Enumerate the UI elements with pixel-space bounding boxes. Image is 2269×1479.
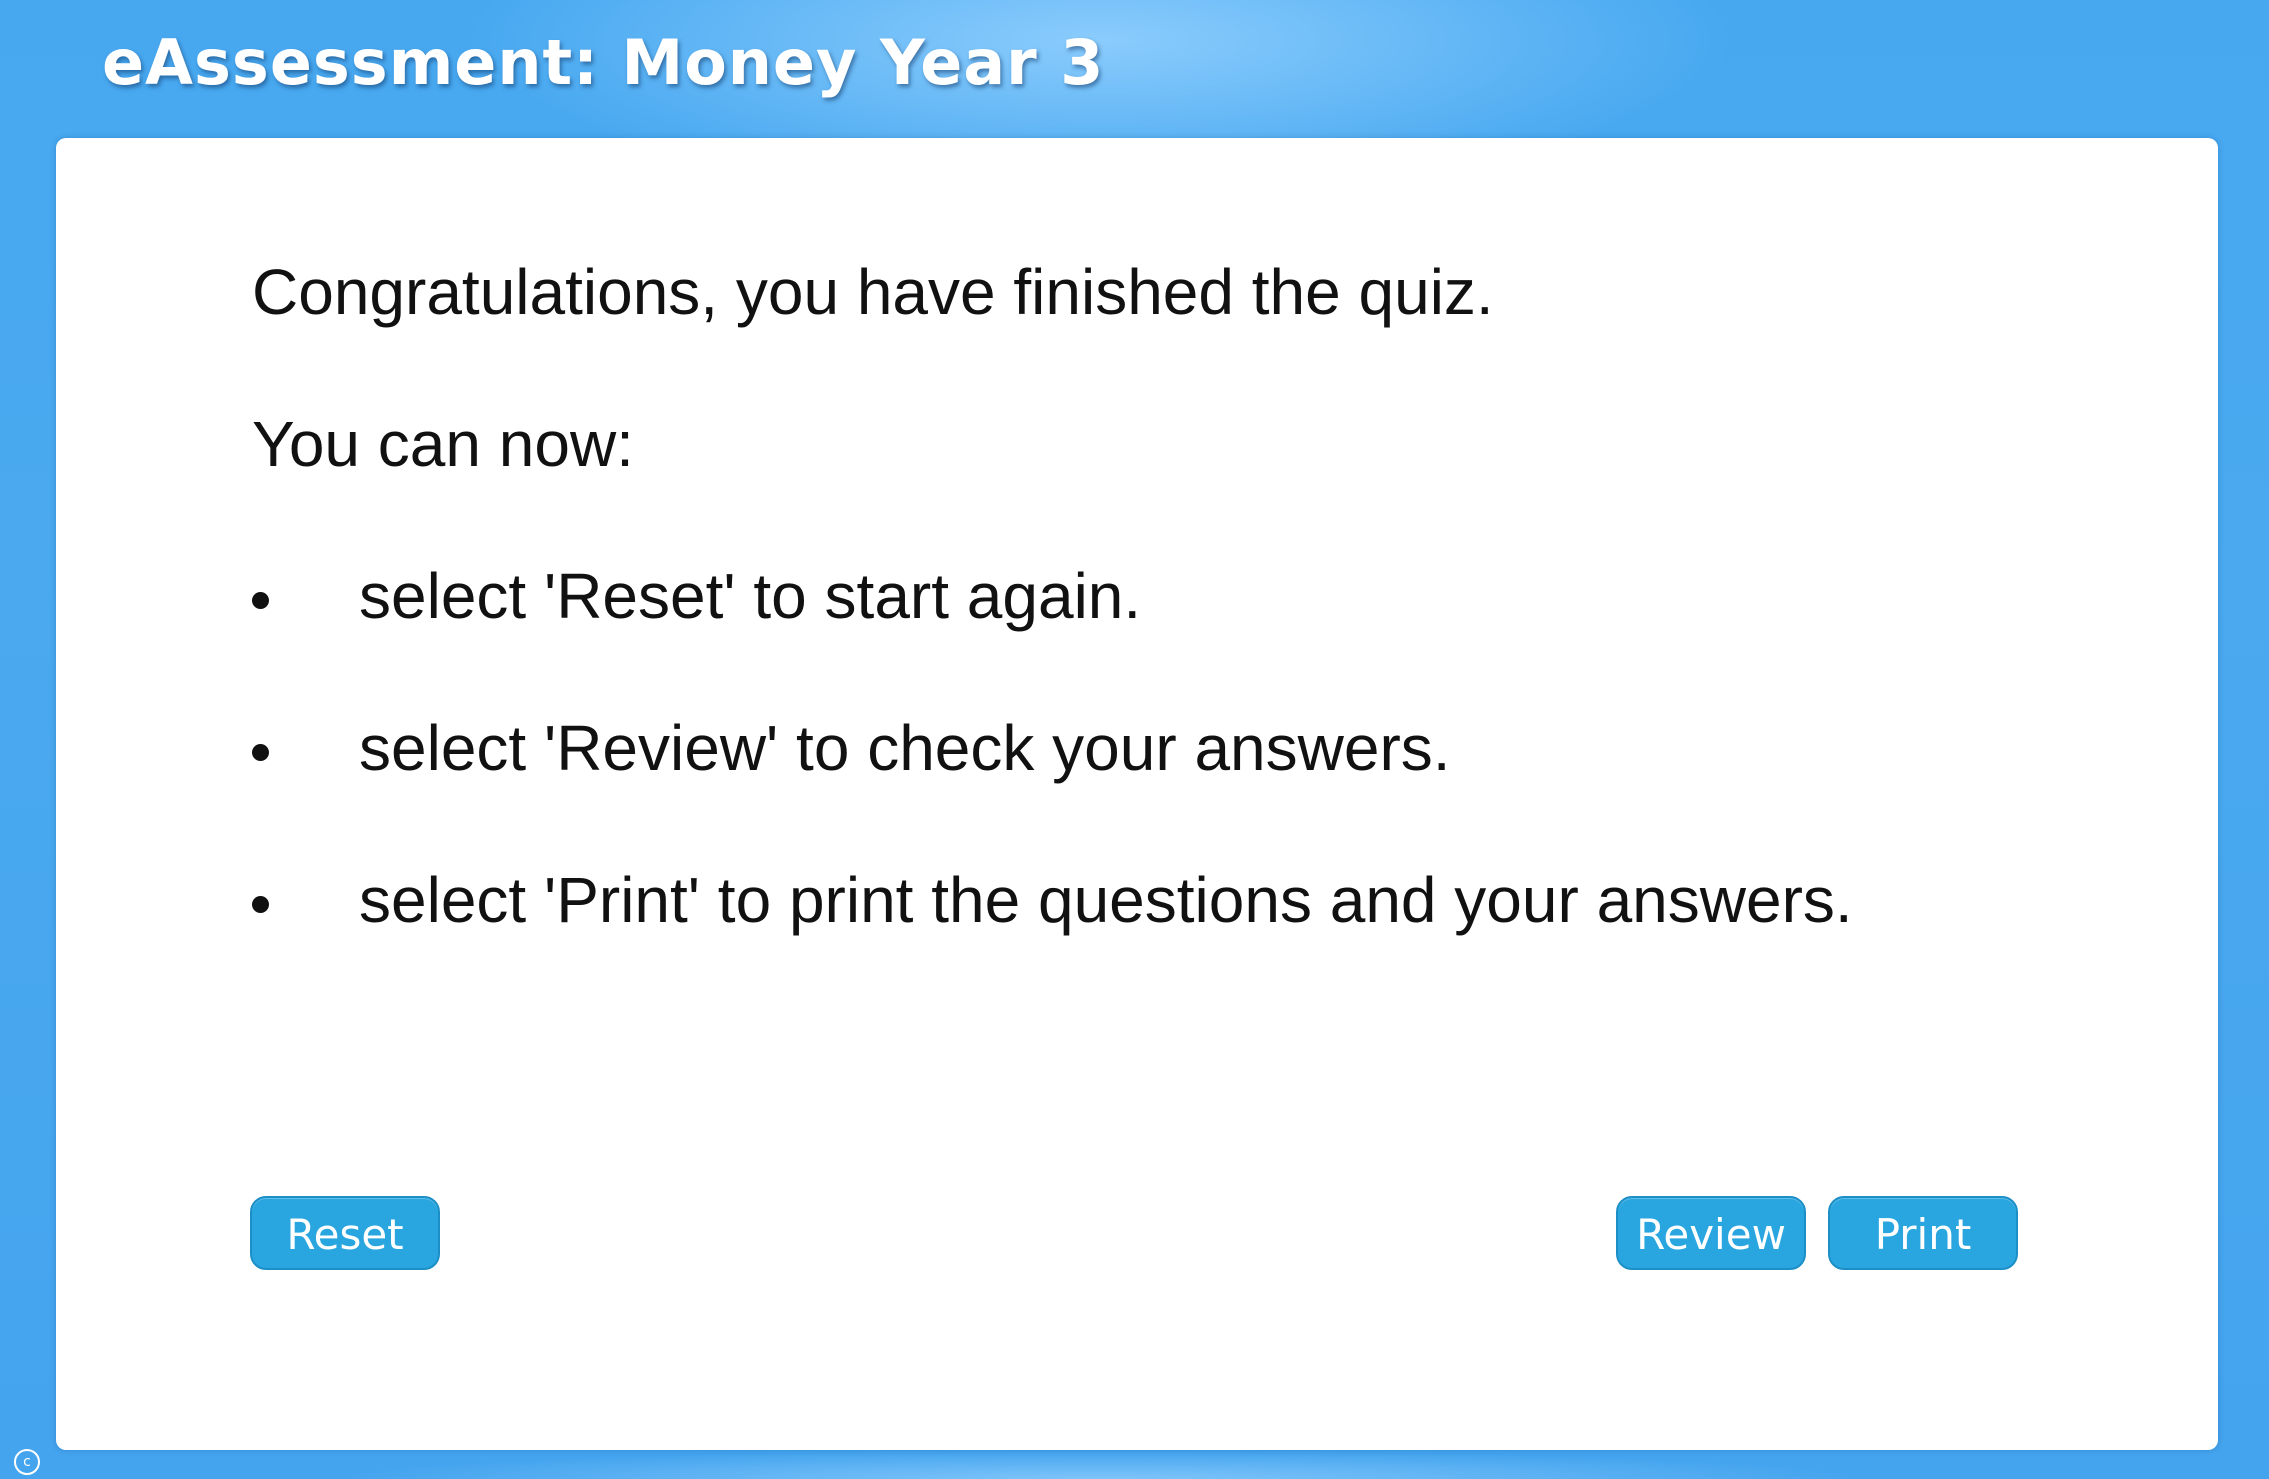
app-title: eAssessment: Money Year 3 xyxy=(102,26,1105,99)
bullet-icon xyxy=(252,896,269,913)
you-can-now-text: You can now: xyxy=(252,408,634,480)
bullet-icon xyxy=(252,592,269,609)
list-item: select 'Print' to print the questions an… xyxy=(252,868,2102,1020)
option-text-print: select 'Print' to print the questions an… xyxy=(359,864,1853,936)
reset-button[interactable]: Reset xyxy=(250,1196,440,1270)
completion-message: Congratulations, you have finished the q… xyxy=(252,260,2102,1020)
bullet-icon xyxy=(252,744,269,761)
option-text-review: select 'Review' to check your answers. xyxy=(359,712,1451,784)
list-item: select 'Review' to check your answers. xyxy=(252,716,2102,868)
copyright-icon: c xyxy=(14,1449,40,1475)
content-panel: Congratulations, you have finished the q… xyxy=(56,138,2218,1450)
print-button[interactable]: Print xyxy=(1828,1196,2018,1270)
options-list: select 'Reset' to start again. select 'R… xyxy=(252,564,2102,1020)
congratulations-text: Congratulations, you have finished the q… xyxy=(252,256,1494,328)
review-button[interactable]: Review xyxy=(1616,1196,1806,1270)
list-item: select 'Reset' to start again. xyxy=(252,564,2102,716)
option-text-reset: select 'Reset' to start again. xyxy=(359,560,1142,632)
